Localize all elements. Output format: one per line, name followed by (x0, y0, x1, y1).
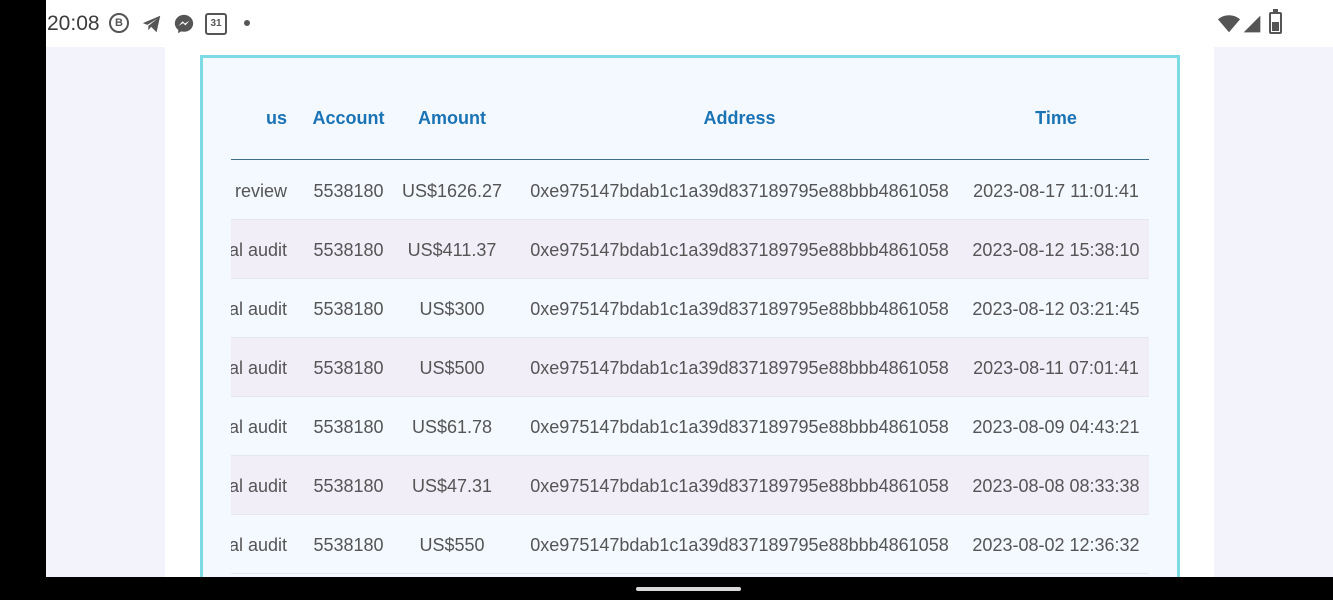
column-header-amount: Amount (418, 108, 486, 128)
table-row: al audit 5538180 US$47.31 0xe975147bdab1… (231, 456, 1149, 515)
cell-amount: US$300 (419, 299, 485, 319)
content-card: us Account Amount Address Time review 55… (165, 47, 1214, 577)
table-row: review 5538180 US$1626.27 0xe975147bdab1… (231, 161, 1149, 220)
cell-time: 2023-08-02 12:36:32 (972, 535, 1140, 555)
cell-account: 5538180 (313, 181, 384, 201)
table-row: al audit 5538180 US$411.37 0xe975147bdab… (231, 220, 1149, 279)
cell-amount: US$411.37 (407, 240, 497, 260)
column-header-time: Time (1035, 108, 1077, 128)
signal-icon (1243, 15, 1261, 33)
phone-screen: 20:08 B 31 us Account Amount Address Tim… (46, 0, 1333, 577)
wifi-icon (1218, 15, 1240, 33)
withdrawal-table-panel: us Account Amount Address Time review 55… (200, 55, 1180, 577)
cell-address: 0xe975147bdab1c1a39d837189795e88bbb48610… (530, 476, 949, 496)
cell-time: 2023-08-12 03:21:45 (972, 299, 1140, 319)
cell-time: 2023-08-17 11:01:41 (973, 181, 1139, 201)
cell-amount: US$500 (419, 358, 485, 378)
cell-status: al audit (231, 417, 287, 437)
column-header-address: Address (703, 108, 776, 128)
status-time: 20:08 (47, 12, 100, 35)
table-scroll-area[interactable]: us Account Amount Address Time review 55… (231, 58, 1149, 577)
cell-address: 0xe975147bdab1c1a39d837189795e88bbb48610… (530, 299, 949, 319)
navigation-bar (0, 577, 1333, 600)
cell-account: 5538180 (313, 417, 384, 437)
cell-status: review (234, 181, 287, 201)
messenger-icon (174, 14, 194, 34)
calendar-icon: 31 (205, 13, 227, 35)
cell-time: 2023-08-09 04:43:21 (972, 417, 1140, 437)
cell-time: 2023-08-08 08:33:38 (972, 476, 1140, 496)
cell-status: al audit (231, 299, 287, 319)
home-gesture-handle[interactable] (636, 587, 741, 591)
cell-time: 2023-08-12 15:38:10 (972, 240, 1140, 260)
cell-address: 0xe975147bdab1c1a39d837189795e88bbb48610… (530, 181, 949, 201)
cell-amount: US$47.31 (411, 476, 493, 496)
battery-icon (1269, 9, 1282, 34)
cell-time: 2023-08-11 07:01:41 (973, 358, 1139, 378)
cell-amount: US$550 (419, 535, 485, 555)
table-row: al audit 5538180 US$300 0xe975147bdab1c1… (231, 279, 1149, 338)
cell-address: 0xe975147bdab1c1a39d837189795e88bbb48610… (530, 240, 949, 260)
cell-account: 5538180 (313, 240, 384, 260)
cell-account: 5538180 (313, 358, 384, 378)
telegram-icon (142, 15, 161, 33)
cell-status: al audit (231, 358, 287, 378)
dot-icon (244, 20, 250, 26)
cell-account: 5538180 (313, 299, 384, 319)
cell-account: 5538180 (313, 535, 384, 555)
table-row: al audit 5538180 US$550 0xe975147bdab1c1… (231, 515, 1149, 574)
cell-status: al audit (231, 476, 287, 496)
b-circle-icon: B (109, 13, 129, 33)
cell-amount: US$61.78 (411, 417, 493, 437)
cell-address: 0xe975147bdab1c1a39d837189795e88bbb48610… (530, 358, 949, 378)
cell-status: al audit (231, 535, 287, 555)
cell-status: al audit (231, 240, 287, 260)
column-header-status: us (265, 108, 287, 128)
status-bar: 20:08 B 31 (46, 0, 1333, 47)
cell-address: 0xe975147bdab1c1a39d837189795e88bbb48610… (530, 535, 949, 555)
table-row: al audit 5538180 US$500 0xe975147bdab1c1… (231, 338, 1149, 397)
table-header-row: us Account Amount Address Time (231, 58, 1149, 160)
cell-amount: US$1626.27 (401, 181, 503, 201)
table-row: al audit 5538180 US$61.78 0xe975147bdab1… (231, 397, 1149, 456)
cell-account: 5538180 (313, 476, 384, 496)
column-header-account: Account (312, 108, 385, 128)
cell-address: 0xe975147bdab1c1a39d837189795e88bbb48610… (530, 417, 949, 437)
